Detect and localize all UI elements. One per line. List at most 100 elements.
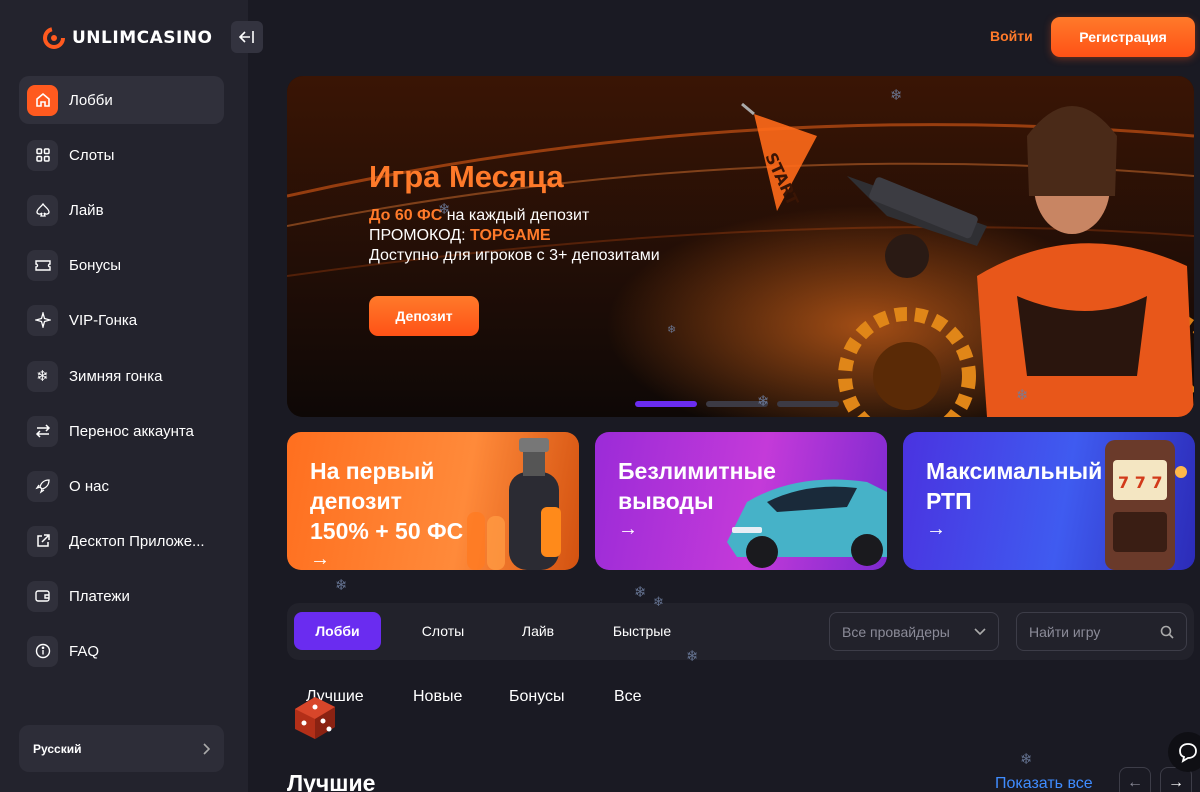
hero-banner[interactable]: START Игра Месяца До 60 ФС на каждый деп…: [287, 76, 1194, 417]
sidebar-item-label: О нас: [69, 477, 109, 495]
promo-line: РТП: [926, 488, 972, 514]
chevron-down-icon: [974, 627, 986, 635]
sidebar-item-label: Десктоп Приложе...: [69, 532, 205, 550]
chevron-right-icon: [203, 742, 210, 755]
provider-select[interactable]: Все провайдеры: [829, 612, 999, 651]
ticket-icon: [27, 249, 58, 281]
sidebar-item-label: FAQ: [69, 642, 100, 660]
hero-line-1-rest: на каждый депозит: [442, 207, 590, 224]
sidebar-item-account-transfer[interactable]: Перенос аккаунта: [19, 407, 224, 455]
promo-line: Безлимитные: [618, 458, 776, 484]
sidebar-item-label: Платежи: [69, 587, 130, 605]
sidebar: UNLIMCASINO Лобби Слоты Лайв Бонусы VIP-…: [0, 0, 248, 792]
game-filter-bar: Лобби Слоты Лайв Быстрые Все провайдеры: [287, 603, 1194, 660]
snowflake-icon: ❄: [634, 584, 647, 601]
arrow-right-icon: →: [926, 518, 946, 540]
arrow-right-icon: →: [618, 518, 638, 540]
sidebar-item-label: Лобби: [69, 91, 113, 109]
logo[interactable]: UNLIMCASINO: [42, 26, 213, 50]
gas-cylinder-illustration: [467, 438, 561, 570]
snowflake-icon: ❄: [27, 360, 58, 392]
prev-button[interactable]: ←: [1119, 767, 1151, 792]
collapse-sidebar-button[interactable]: [231, 21, 263, 53]
tab-slots[interactable]: Слоты: [406, 612, 480, 650]
language-label: Русский: [33, 741, 82, 756]
hero-line-3: Доступно для игроков с 3+ депозитами: [369, 247, 660, 264]
promo-card-title: Максимальный РТП: [926, 456, 1102, 516]
sidebar-item-label: Слоты: [69, 146, 115, 164]
wallet-icon: [27, 580, 58, 612]
hero-line-1: До 60 ФС на каждый депозит: [369, 206, 660, 226]
carousel-dots: [635, 401, 839, 407]
promo-line: На первый: [310, 458, 435, 484]
arrow-right-icon: →: [1168, 774, 1184, 791]
promo-card-first-deposit[interactable]: На первый депозит 150% + 50 ФС →: [287, 432, 579, 570]
chat-icon: [1179, 743, 1197, 763]
sidebar-item-lobby[interactable]: Лобби: [19, 76, 224, 124]
snowflake-icon: ❄: [1020, 751, 1033, 768]
grid-icon: [27, 139, 58, 171]
promo-card-unlimited-withdrawals[interactable]: Безлимитные выводы →: [595, 432, 887, 570]
show-all-link[interactable]: Показать все: [995, 775, 1093, 792]
login-link[interactable]: Войти: [990, 28, 1033, 44]
chat-button[interactable]: [1168, 732, 1200, 772]
logo-icon: [43, 27, 65, 49]
hero-description: До 60 ФС на каждый депозит ПРОМОКОД: TOP…: [369, 206, 660, 266]
sidebar-item-bonuses[interactable]: Бонусы: [19, 241, 224, 289]
promo-card-title: Безлимитные выводы: [618, 456, 776, 516]
tab-lobby[interactable]: Лобби: [294, 612, 381, 650]
sidebar-item-about[interactable]: О нас: [19, 462, 224, 510]
hero-title: Игра Месяца: [369, 159, 564, 194]
language-selector[interactable]: Русский: [19, 725, 224, 772]
provider-select-value: Все провайдеры: [842, 623, 950, 640]
carousel-dot[interactable]: [777, 401, 839, 407]
search-box: [1016, 612, 1187, 651]
home-icon: [27, 84, 58, 116]
sidebar-item-label: Зимняя гонка: [69, 367, 163, 385]
collapse-icon: [239, 31, 254, 43]
sidebar-item-label: Лайв: [69, 201, 104, 219]
snowflake-icon: ❄: [335, 577, 348, 594]
hero-line-2: ПРОМОКОД: TOPGAME: [369, 226, 660, 246]
svg-text:7 7 7: 7 7 7: [1118, 473, 1163, 492]
sidebar-item-label: VIP-Гонка: [69, 311, 138, 329]
brand-name: UNLIMCASINO: [72, 28, 213, 48]
subtab-bonuses[interactable]: Бонусы: [509, 688, 565, 706]
tab-fast[interactable]: Быстрые: [596, 612, 688, 650]
promo-line: 150% + 50 ФС: [310, 518, 464, 544]
register-button[interactable]: Регистрация: [1051, 17, 1195, 57]
promo-card-title: На первый депозит 150% + 50 ФС: [310, 456, 463, 546]
promo-line: выводы: [618, 488, 714, 514]
sidebar-item-desktop-app[interactable]: Десктоп Приложе...: [19, 517, 224, 565]
sidebar-item-label: Перенос аккаунта: [69, 422, 194, 440]
sidebar-item-winter-race[interactable]: ❄ Зимняя гонка: [19, 352, 224, 400]
sidebar-item-slots[interactable]: Слоты: [19, 131, 224, 179]
deposit-button[interactable]: Депозит: [369, 296, 479, 336]
subtab-new[interactable]: Новые: [413, 688, 462, 706]
transfer-icon: [27, 415, 58, 447]
arrow-left-icon: ←: [1127, 774, 1143, 791]
promo-card-max-rtp[interactable]: 7 7 7 Максимальный РТП →: [903, 432, 1195, 570]
spade-icon: [27, 194, 58, 226]
rocket-icon: [27, 470, 58, 502]
sidebar-item-payments[interactable]: Платежи: [19, 572, 224, 620]
free-spins-highlight: До 60 ФС: [369, 207, 443, 224]
sparkle-icon: [27, 304, 58, 336]
arrow-right-icon: →: [310, 548, 330, 570]
carousel-dot[interactable]: [635, 401, 697, 407]
tab-live[interactable]: Лайв: [505, 612, 571, 650]
sidebar-item-live[interactable]: Лайв: [19, 186, 224, 234]
section-title: Лучшие: [287, 770, 376, 792]
promo-line: депозит: [310, 488, 402, 514]
sidebar-item-faq[interactable]: FAQ: [19, 627, 224, 675]
external-link-icon: [27, 525, 58, 557]
dice-icon: [295, 697, 335, 739]
promo-code-label: ПРОМОКОД:: [369, 227, 470, 244]
promo-code: TOPGAME: [470, 227, 551, 244]
search-input[interactable]: [1029, 623, 1149, 640]
search-icon[interactable]: [1160, 625, 1174, 639]
sidebar-item-vip-race[interactable]: VIP-Гонка: [19, 296, 224, 344]
subtab-all[interactable]: Все: [614, 688, 642, 706]
promo-line: Максимальный: [926, 458, 1103, 484]
carousel-dot[interactable]: [706, 401, 768, 407]
